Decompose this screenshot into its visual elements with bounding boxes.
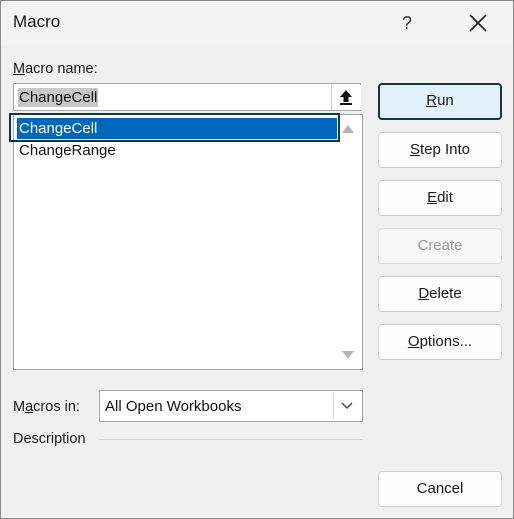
title-bar: Macro ?: [1, 1, 513, 45]
help-button[interactable]: ?: [389, 5, 425, 41]
scroll-up-icon[interactable]: [342, 125, 354, 133]
scroll-down-icon[interactable]: [342, 351, 354, 359]
collapse-dialog-button[interactable]: [331, 85, 361, 110]
cancel-button[interactable]: Cancel: [378, 471, 502, 507]
macro-name-value: ChangeCell: [18, 88, 99, 107]
list-item-changecell[interactable]: ChangeCell: [17, 118, 337, 139]
description-divider: [99, 439, 363, 440]
macro-name-input[interactable]: ChangeCell: [13, 83, 361, 111]
list-item-changerange[interactable]: ChangeRange: [17, 140, 337, 161]
create-button[interactable]: Create: [378, 228, 502, 264]
list-scrollbar[interactable]: [335, 115, 361, 369]
macro-list[interactable]: ChangeCell ChangeRange: [13, 114, 363, 370]
macro-dialog: Macro ? Macro name: ChangeCell ChangeCel…: [0, 0, 514, 519]
macros-in-select[interactable]: All Open Workbooks: [99, 390, 363, 422]
step-into-button[interactable]: Step Into: [378, 132, 502, 168]
macros-in-value: All Open Workbooks: [105, 398, 242, 415]
dropdown-button[interactable]: [333, 393, 360, 419]
run-button[interactable]: Run: [378, 83, 502, 120]
description-label: Description: [13, 431, 86, 447]
close-icon: [469, 14, 487, 32]
upload-arrow-icon: [340, 90, 352, 105]
close-button[interactable]: [456, 5, 500, 41]
options-button[interactable]: Options...: [378, 324, 502, 360]
macro-name-label: Macro name:: [13, 61, 98, 77]
chevron-down-icon: [341, 402, 353, 409]
window-title: Macro: [13, 12, 61, 31]
edit-button[interactable]: Edit: [378, 180, 502, 216]
delete-button[interactable]: Delete: [378, 276, 502, 312]
macros-in-label: Macros in:: [13, 399, 80, 415]
